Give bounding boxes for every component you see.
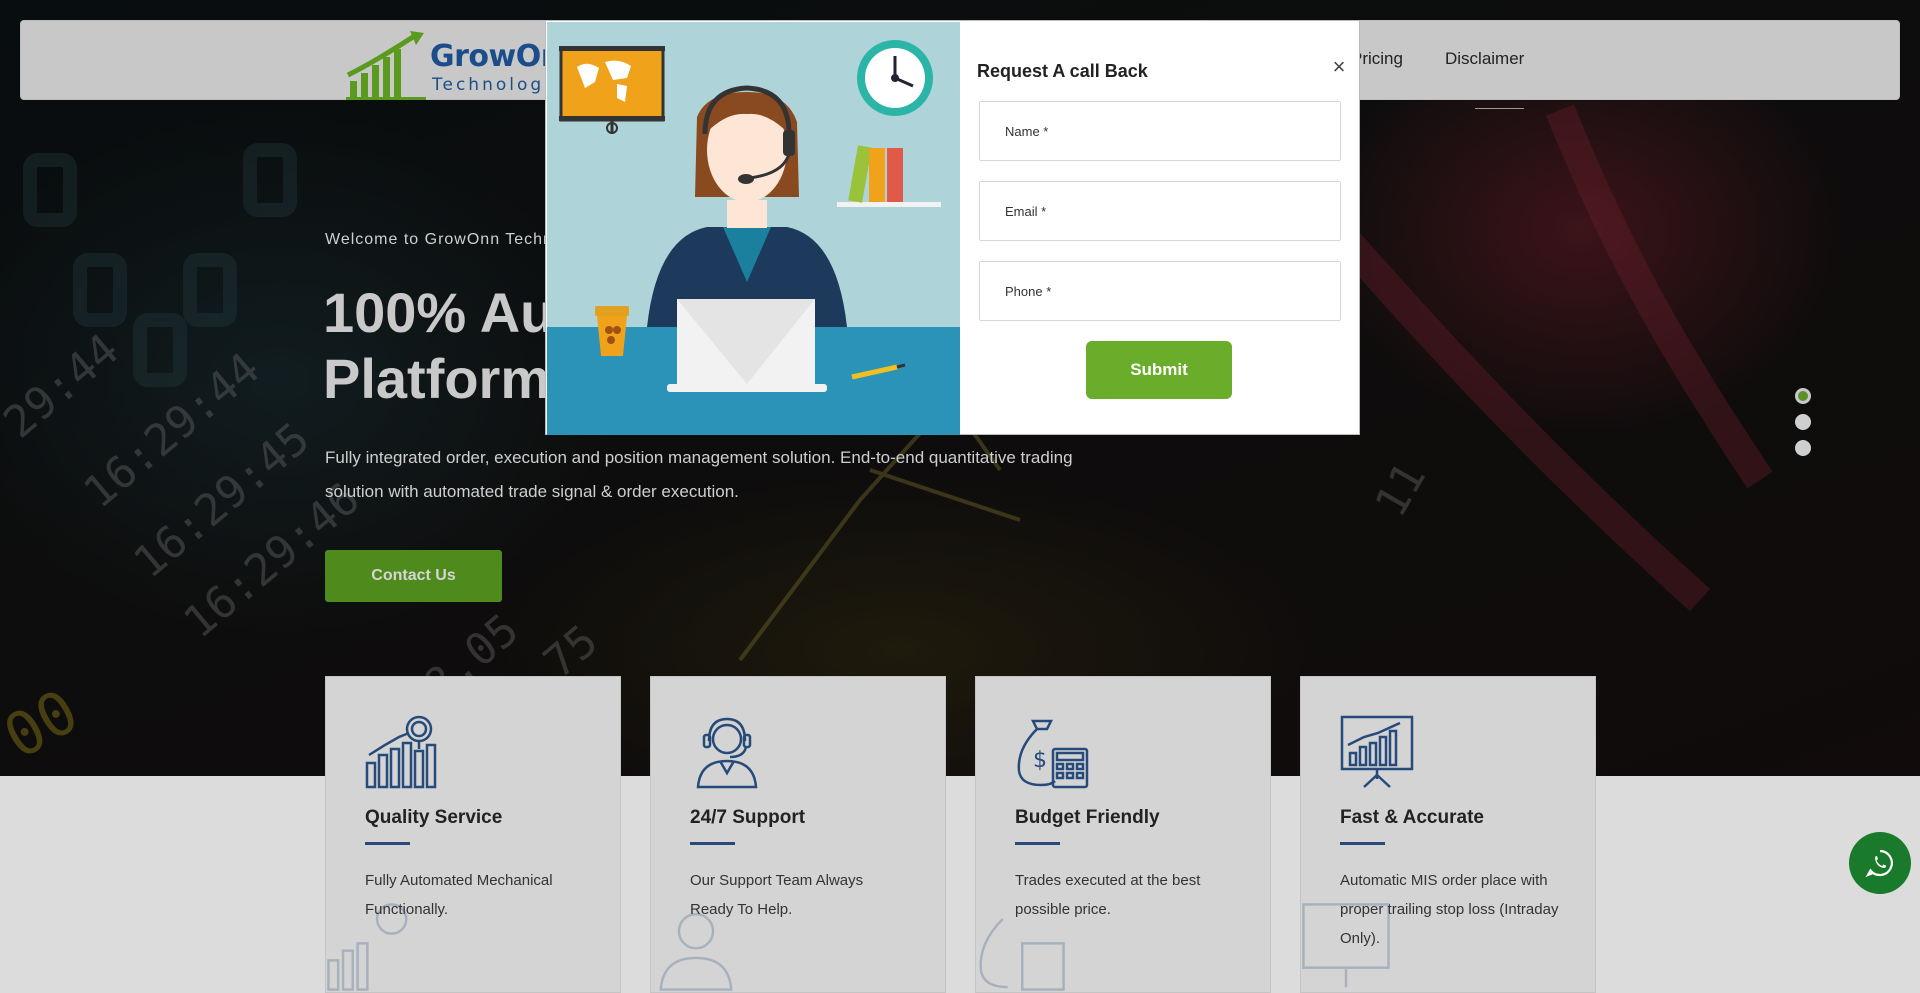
customer-support-illustration: [547, 22, 960, 435]
callback-modal: Request A call Back × Submit: [545, 20, 1360, 435]
close-icon[interactable]: ×: [1329, 55, 1349, 79]
phone-field[interactable]: [979, 261, 1341, 321]
name-field[interactable]: [979, 101, 1341, 161]
modal-title: Request A call Back: [977, 61, 1148, 81]
submit-button[interactable]: Submit: [1086, 341, 1232, 399]
email-field[interactable]: [979, 181, 1341, 241]
